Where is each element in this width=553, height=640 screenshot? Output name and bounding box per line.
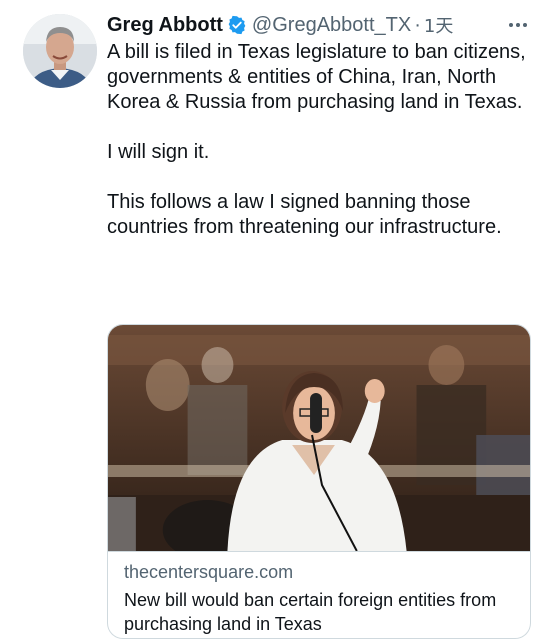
tweet-paragraph: I will sign it. — [107, 141, 210, 163]
tweet-timestamp[interactable]: 1天 — [424, 12, 453, 38]
link-preview-image[interactable] — [108, 325, 530, 551]
tweet-paragraph: This follows a law I signed banning thos… — [107, 191, 502, 238]
separator-dot: · — [414, 13, 421, 36]
more-options-icon[interactable] — [503, 10, 533, 40]
tweet-text: A bill is filed in Texas legislature to … — [107, 40, 537, 240]
author-name[interactable]: Greg Abbott — [107, 14, 223, 37]
link-title: New bill would ban certain foreign entit… — [124, 590, 497, 634]
tweet-header: Greg Abbott @GregAbbott_TX · 1天 — [107, 10, 533, 40]
author-handle[interactable]: @GregAbbott_TX — [252, 14, 411, 37]
tweet-paragraph: A bill is filed in Texas legislature to … — [107, 41, 526, 113]
author-avatar[interactable] — [23, 14, 97, 88]
link-preview-body: thecentersquare.com New bill would ban c… — [108, 551, 530, 638]
verified-badge-icon — [228, 15, 246, 35]
link-preview-card[interactable]: thecentersquare.com New bill would ban c… — [107, 324, 531, 639]
legislature-photo — [108, 325, 530, 551]
author-photo — [23, 14, 97, 88]
link-domain: thecentersquare.com — [124, 562, 294, 582]
